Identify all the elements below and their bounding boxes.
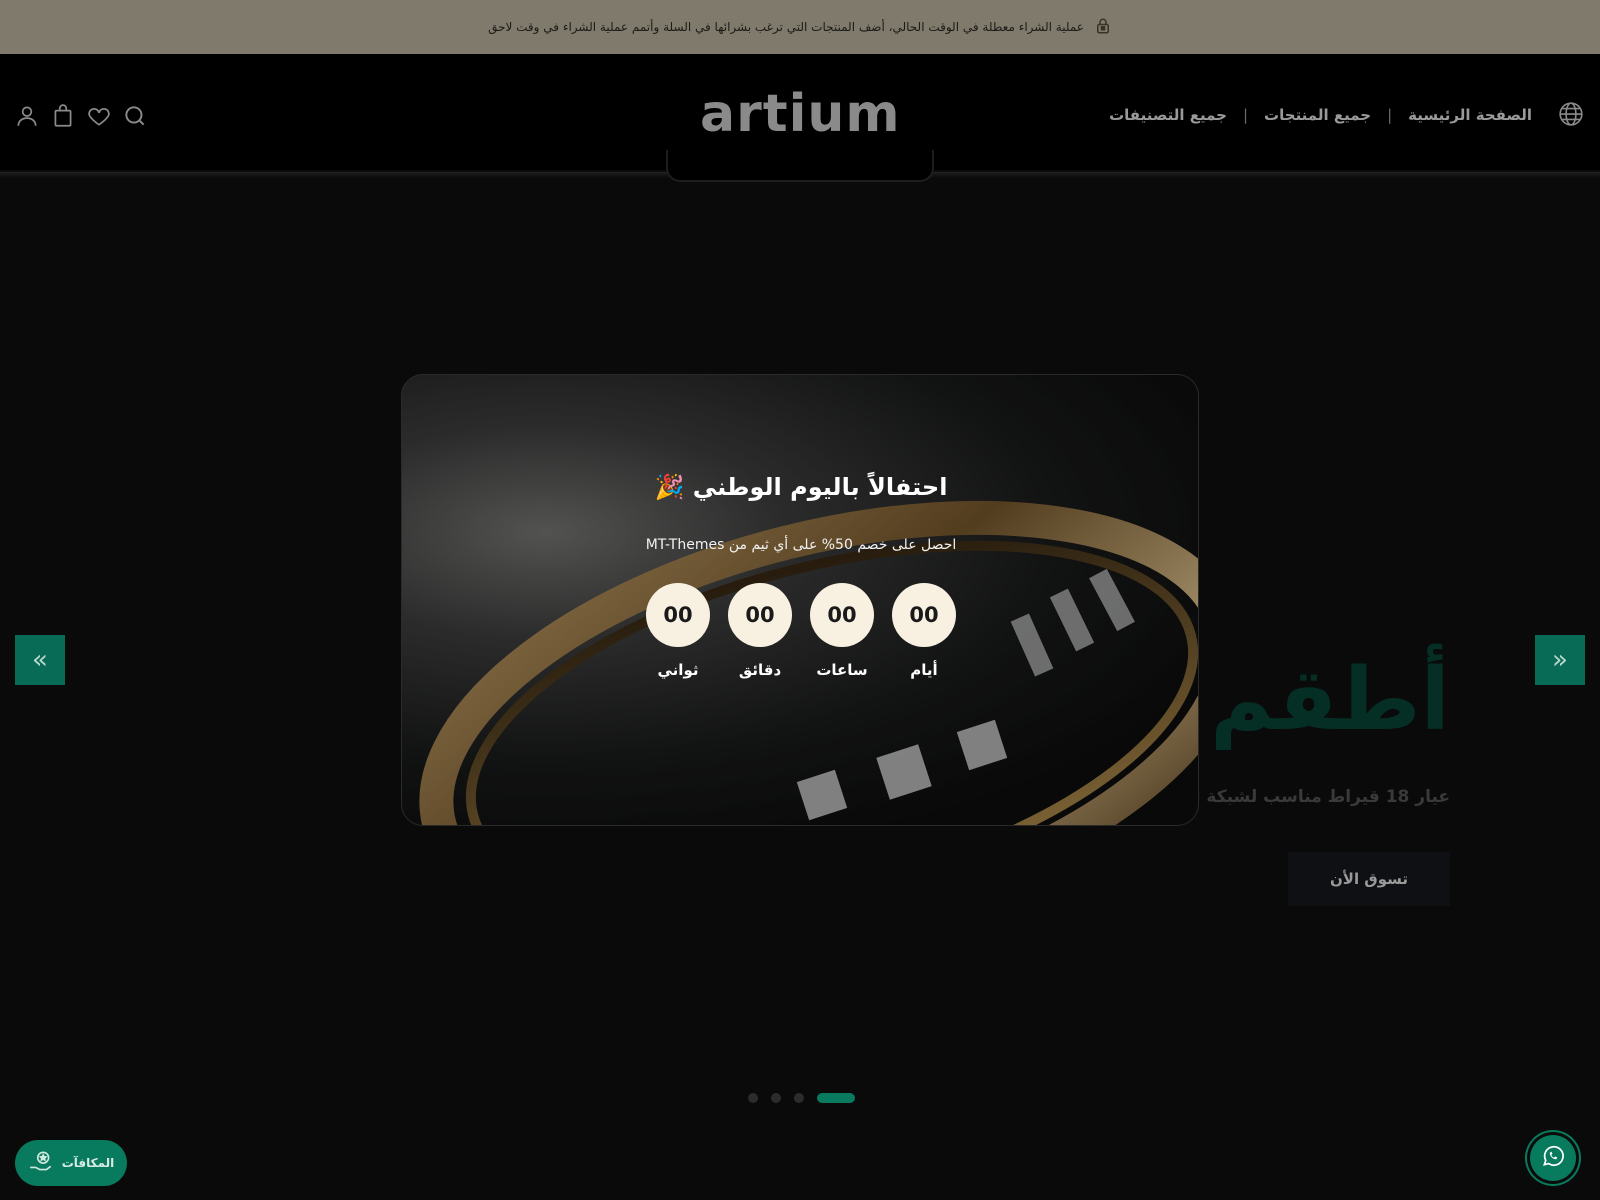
heart-icon[interactable] [86,103,112,129]
nav-home[interactable]: الصفحة الرئيسية [1408,106,1532,124]
cart-icon[interactable] [50,103,76,129]
user-icon[interactable] [14,103,40,129]
timer-label: دقائق [738,661,782,679]
hero-title: أطقم [1210,650,1450,750]
double-chevron-left-icon: « [32,645,48,675]
popup-title: احتفالاً باليوم الوطني 🎉 [654,473,948,501]
gift-hand-icon [28,1149,54,1178]
timer-value: 00 [892,583,956,647]
nav-separator: | [1387,106,1393,124]
slider-next-button[interactable]: » [1535,635,1585,685]
slider-dot[interactable] [771,1093,781,1103]
whatsapp-button[interactable] [1530,1135,1576,1181]
timer-days: 00 أيام [892,583,956,679]
header-actions [14,103,148,129]
slider-prev-button[interactable]: « [15,635,65,685]
slider-dot[interactable] [794,1093,804,1103]
timer-seconds: 00 ثواني [646,583,710,679]
slider-dot-active[interactable] [817,1093,855,1103]
purchase-disabled-notice: عملية الشراء معطلة في الوقت الحالي، أضف … [0,0,1600,54]
hero-subtitle: عيار 18 قيراط مناسب لشبكة للخ [1174,787,1450,807]
timer-label: ثواني [657,661,699,679]
timer-label: أيام [910,661,938,679]
slider-dot[interactable] [748,1093,758,1103]
notice-text: عملية الشراء معطلة في الوقت الحالي، أضف … [488,20,1084,34]
lock-icon [1094,17,1112,38]
main-nav: الصفحة الرئيسية | جميع المنتجات | جميع ا… [1109,100,1532,130]
timer-value: 00 [728,583,792,647]
timer-value: 00 [646,583,710,647]
shop-now-button[interactable]: تسوق الأن [1288,852,1450,906]
promo-popup: احتفالاً باليوم الوطني 🎉 احصل على خصم 50… [401,374,1199,826]
timer-hours: 00 ساعات [810,583,874,679]
nav-all-categories[interactable]: جميع التصنيفات [1109,106,1227,124]
whatsapp-icon [1540,1143,1566,1173]
nav-all-products[interactable]: جميع المنتجات [1264,106,1371,124]
double-chevron-right-icon: » [1552,645,1568,675]
timer-label: ساعات [816,661,868,679]
rewards-label: المكافآت [61,1156,115,1170]
popup-subtitle: احصل على خصم 50% على أي ثيم من MT-Themes [645,537,957,553]
search-icon[interactable] [122,103,148,129]
globe-icon[interactable] [1558,101,1584,127]
site-logo[interactable]: artium [700,84,900,144]
countdown-timer: 00 أيام 00 ساعات 00 دقائق 00 ثواني [402,583,1198,679]
timer-minutes: 00 دقائق [728,583,792,679]
timer-value: 00 [810,583,874,647]
slider-dots [748,1093,855,1103]
nav-separator: | [1242,106,1249,124]
rewards-button[interactable]: المكافآت [15,1140,127,1186]
logo-tab [666,150,934,182]
